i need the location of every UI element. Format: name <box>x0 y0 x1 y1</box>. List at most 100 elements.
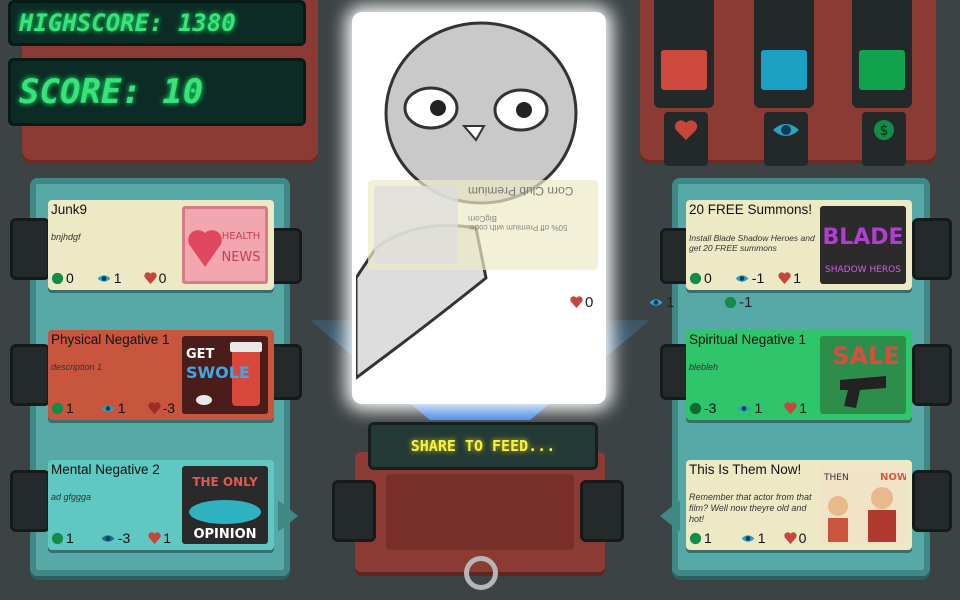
feed-drop-slot[interactable] <box>386 474 574 550</box>
eye-value: -1 <box>751 270 765 286</box>
share-to-feed-button[interactable]: SHARE TO FEED... <box>368 422 598 470</box>
heart-value: -3 <box>162 400 176 416</box>
card-title: Spiritual Negative 1 <box>689 332 807 347</box>
highscore-display: HIGHSCORE: 1380 <box>8 0 306 46</box>
left-card-1[interactable]: Junk9 bnjhdgf HEALTH NEWS 0 1 0 <box>48 200 274 290</box>
right-slot-2 <box>912 344 952 406</box>
heart-stat: -3 <box>147 400 176 416</box>
eye-value: 1 <box>117 400 126 416</box>
world-art-icon: THE ONLY OPINION <box>189 475 261 542</box>
card-stats: 1 1 0 <box>689 530 820 546</box>
heart-art-icon: HEALTH NEWS <box>188 230 261 267</box>
art-text-1: THEN <box>823 473 849 483</box>
eye-icon <box>773 124 799 136</box>
incoming-card[interactable]: Corn Club Premium 50% off Premium with c… <box>368 180 598 270</box>
eye-stat: 1 <box>736 400 762 416</box>
meters-panel: $ <box>640 0 936 166</box>
money-value: -3 <box>704 400 717 416</box>
card-description: description 1 <box>51 362 103 372</box>
money-icon <box>689 402 702 414</box>
art-text-1: HEALTH <box>222 231 261 242</box>
incoming-card-title: Corn Club Premium <box>468 184 574 198</box>
right-card-2[interactable]: Spiritual Negative 1 blebleh SALE -3 1 1 <box>686 330 912 420</box>
heart-icon <box>143 271 157 284</box>
heart-stat: 1 <box>778 270 801 286</box>
money-value: 0 <box>704 270 712 286</box>
eye-icon <box>735 274 749 282</box>
money-value: -1 <box>739 294 753 311</box>
feed-left-slot <box>332 480 376 542</box>
art-text-2: NEWS <box>221 250 260 265</box>
blade-art-icon: BLADE SHADOW HEROS <box>822 225 903 275</box>
incoming-heart-stat: 0 <box>570 294 593 311</box>
heart-value: 1 <box>793 270 802 286</box>
money-icon <box>689 272 702 284</box>
money-icon <box>689 532 702 544</box>
card-description: bnjhdgf <box>51 232 81 242</box>
money-value: 0 <box>66 270 74 286</box>
money-stat: 1 <box>51 400 74 416</box>
money-value: 1 <box>704 530 712 546</box>
eye-value: -3 <box>117 530 131 546</box>
heart-stat: 1 <box>148 530 171 546</box>
money-stat: -3 <box>689 400 716 416</box>
card-title: Physical Negative 1 <box>51 332 170 347</box>
heart-tab <box>664 112 708 166</box>
right-card-3[interactable]: This Is Them Now! Remember that actor fr… <box>686 460 912 550</box>
card-title: 20 FREE Summons! <box>689 202 813 217</box>
card-description: blebleh <box>689 362 719 372</box>
eye-tab <box>764 112 808 166</box>
gun-art-icon: SALE <box>832 342 900 408</box>
card-art-get-swole: GET SWOLE <box>182 336 268 414</box>
art-text-1: THE ONLY <box>192 475 258 489</box>
eye-value: 1 <box>757 530 766 546</box>
heart-icon <box>783 531 797 544</box>
money-stat: 0 <box>51 270 74 286</box>
heart-icon <box>784 401 797 414</box>
right-slot-3 <box>912 470 952 532</box>
money-tab: $ <box>862 112 906 166</box>
card-title: This Is Them Now! <box>689 462 802 477</box>
heart-value: 0 <box>158 270 167 286</box>
arrow-right-icon[interactable] <box>278 500 298 532</box>
card-description: ad gfggga <box>51 492 92 502</box>
arrow-left-icon[interactable] <box>660 500 680 532</box>
eye-icon <box>741 534 755 542</box>
heart-value: 0 <box>585 294 594 311</box>
art-text-1: SALE <box>832 342 900 370</box>
incoming-card-desc: 50% off Premium with code: BigCorn <box>468 214 568 232</box>
art-text-2: NOW <box>880 472 906 483</box>
card-stats: 1 -3 1 <box>51 530 185 546</box>
eye-stat: 1 <box>100 400 126 416</box>
corn-club-art <box>374 186 458 264</box>
right-card-1[interactable]: 20 FREE Summons! Install Blade Shadow He… <box>686 200 912 290</box>
card-stats: 0 -1 1 <box>689 270 815 286</box>
art-text-1: BLADE <box>822 225 903 250</box>
left-card-2[interactable]: Physical Negative 1 description 1 GET SWO… <box>48 330 274 420</box>
money-stat: 1 <box>51 530 74 546</box>
heart-icon <box>147 401 161 414</box>
eye-stat: -3 <box>100 530 130 546</box>
score-display: SCORE: 10 <box>8 58 306 126</box>
right-slot-1 <box>912 218 952 280</box>
eye-meter-fill <box>761 50 807 90</box>
heart-value: 1 <box>163 530 172 546</box>
card-art-the-only-opinion: THE ONLY OPINION <box>182 466 268 544</box>
eye-icon <box>649 299 663 306</box>
eye-value: 1 <box>113 270 122 286</box>
card-title: Mental Negative 2 <box>51 462 160 477</box>
eye-stat: 1 <box>96 270 122 286</box>
money-icon <box>724 296 737 309</box>
money-meter <box>852 0 912 108</box>
heart-meter-fill <box>661 50 707 90</box>
feed-knob[interactable] <box>464 556 498 590</box>
money-stat: 1 <box>689 530 712 546</box>
incoming-money-stat: -1 <box>724 294 752 311</box>
eye-icon <box>101 534 115 542</box>
card-art-then-now: THEN NOW <box>820 466 906 544</box>
money-meter-fill <box>859 50 905 90</box>
card-stats: -3 1 1 <box>689 400 821 416</box>
art-text-2: SWOLE <box>186 363 250 382</box>
left-card-3[interactable]: Mental Negative 2 ad gfggga THE ONLY OPIN… <box>48 460 274 550</box>
money-icon: $ <box>874 120 894 140</box>
